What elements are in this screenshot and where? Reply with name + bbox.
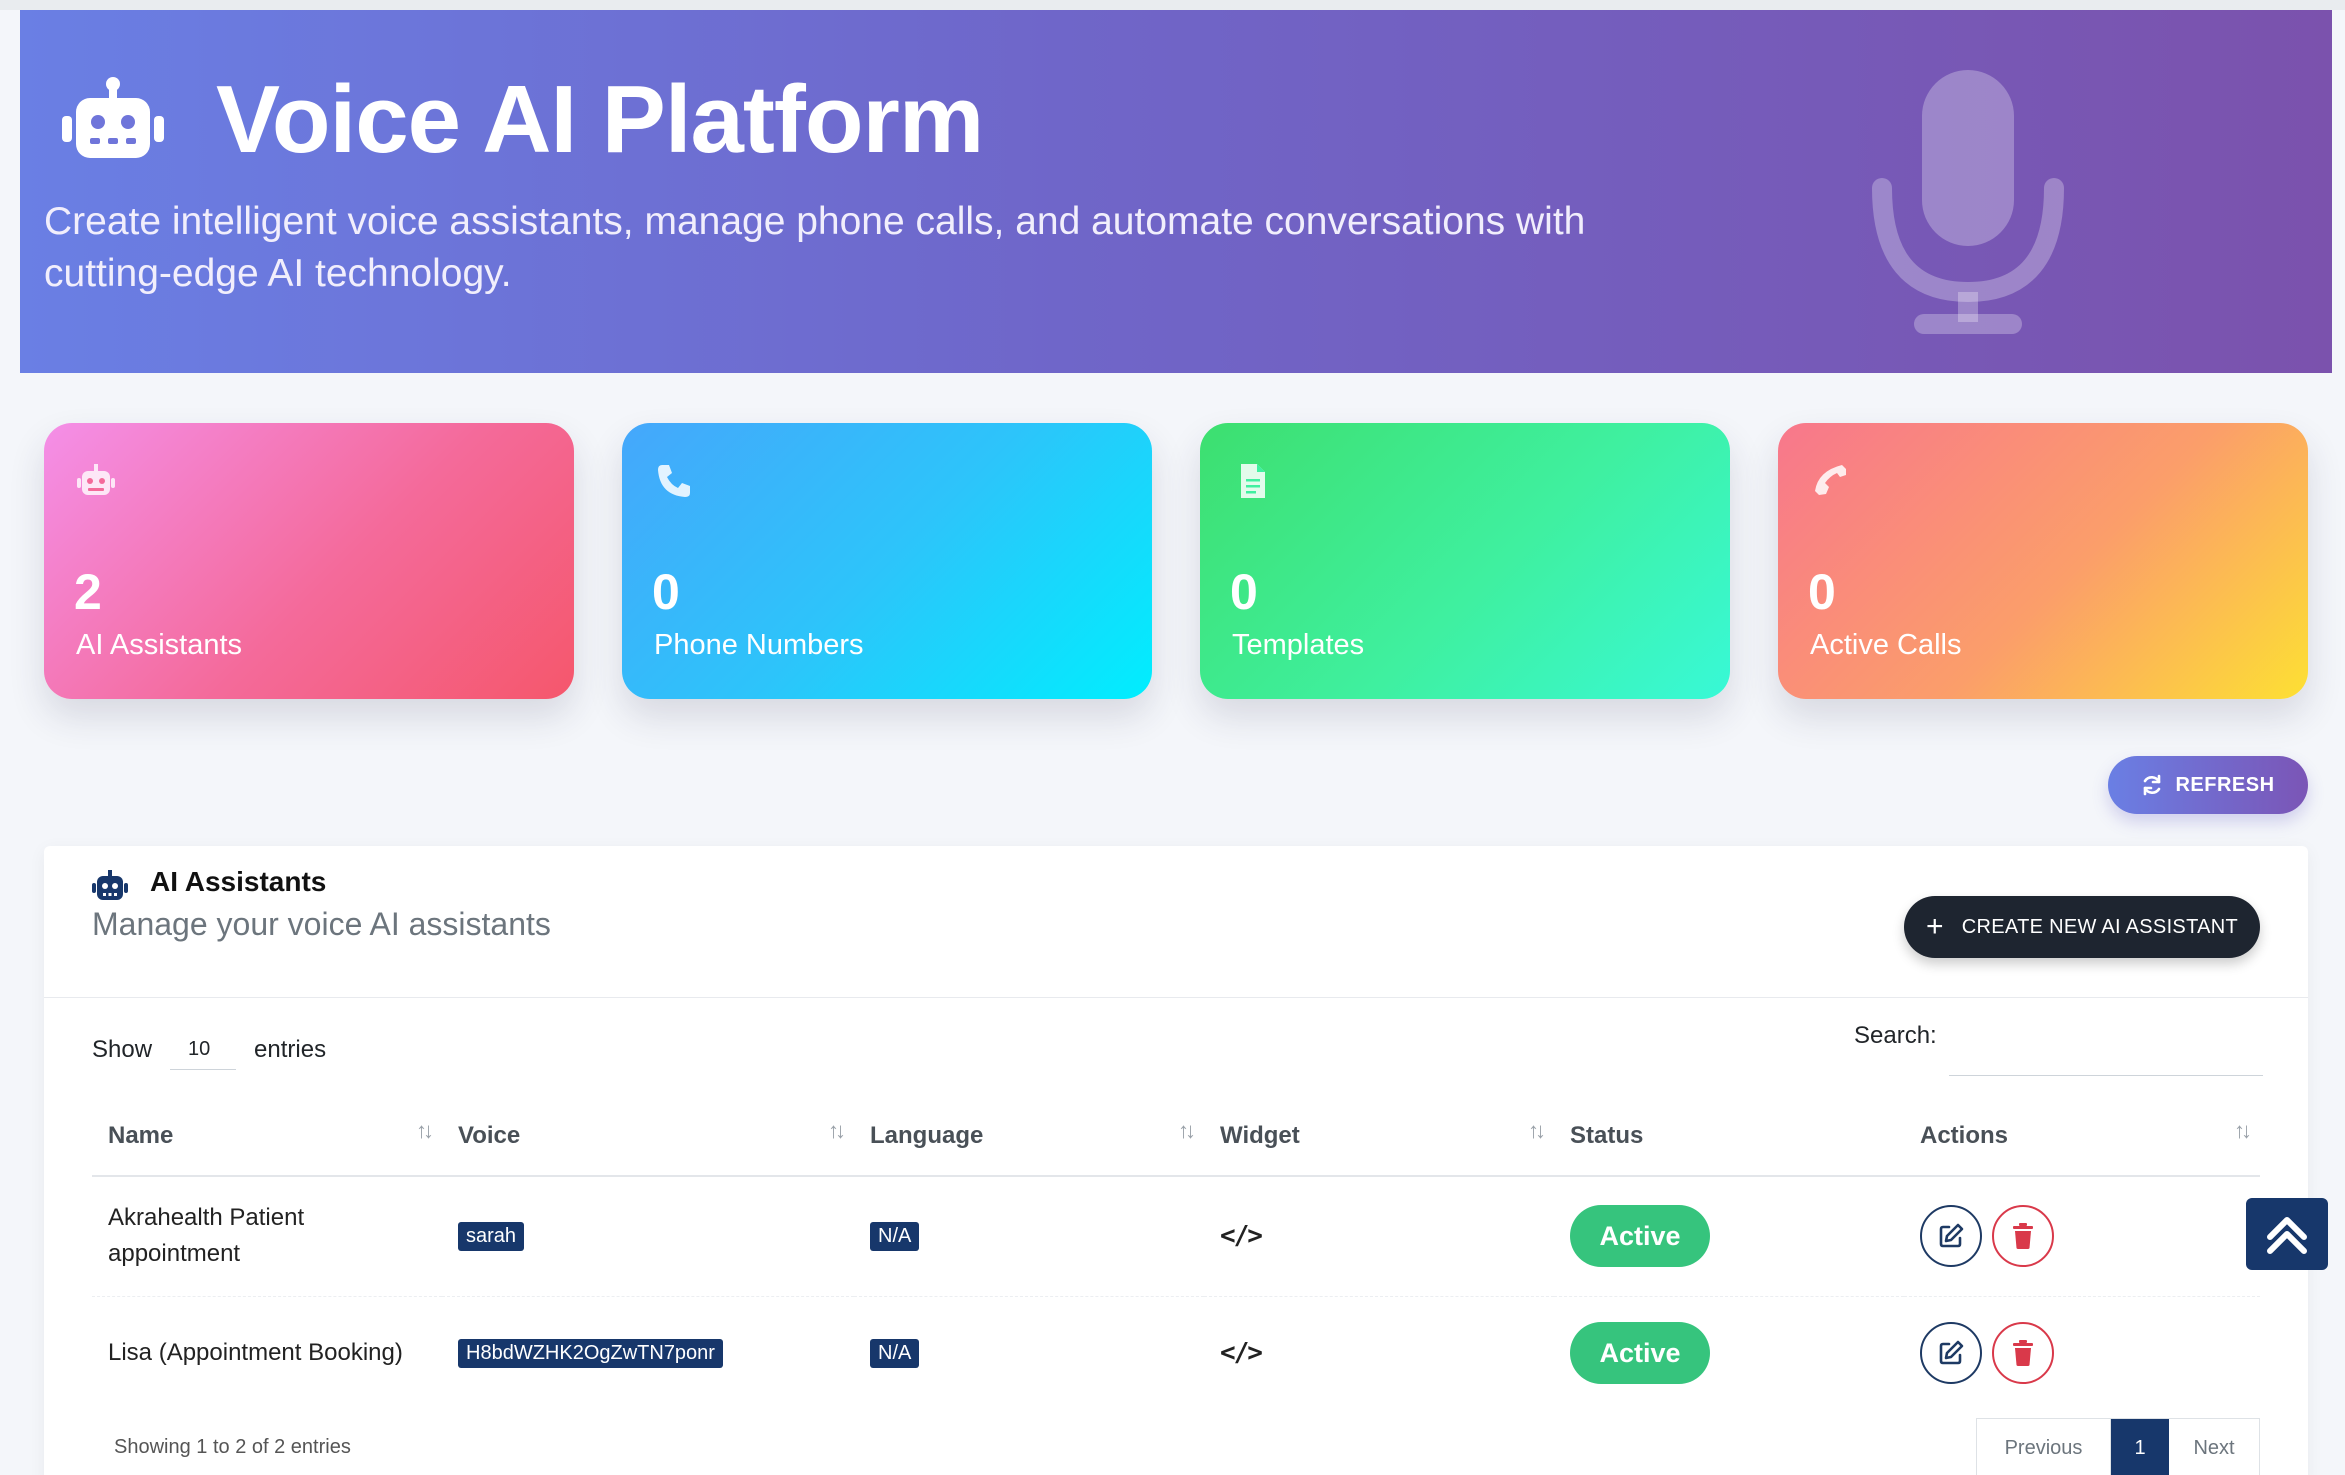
sort-icon: ↑↓ (828, 1118, 846, 1143)
code-icon[interactable]: </> (1220, 1221, 1263, 1251)
panel-subtitle: Manage your voice AI assistants (92, 906, 551, 942)
delete-button[interactable] (1992, 1322, 2054, 1385)
table-row: Akrahealth Patient appointment sarah N/A… (92, 1176, 2260, 1297)
show-label: Show (92, 1036, 153, 1063)
language-badge: N/A (870, 1222, 920, 1252)
entries-select[interactable]: 10 (170, 1030, 237, 1070)
top-strip (0, 0, 2345, 10)
table-search: Search: (1854, 1022, 2263, 1076)
delete-button[interactable] (1992, 1205, 2054, 1268)
widget-cell: </> (1204, 1176, 1554, 1297)
edit-icon (1939, 1223, 1964, 1248)
trash-icon (2013, 1223, 2033, 1250)
code-icon[interactable]: </> (1220, 1338, 1263, 1368)
table-row: Lisa (Appointment Booking) H8bdWZHK2OgZw… (92, 1296, 2260, 1410)
status-cell: Active (1554, 1176, 1904, 1297)
create-assistant-button[interactable]: + CREATE NEW AI ASSISTANT (1904, 896, 2260, 958)
page-subtitle: Create intelligent voice assistants, man… (44, 200, 1586, 295)
assistant-name: Akrahealth Patient appointment (92, 1176, 442, 1297)
column-header-language[interactable]: Language ↑↓ (854, 1096, 1204, 1177)
stat-label: AI Assistants (76, 629, 243, 661)
stat-value: 0 (1808, 564, 1836, 620)
assistant-name: Lisa (Appointment Booking) (108, 1339, 403, 1367)
stat-label: Phone Numbers (654, 629, 864, 661)
stat-value: 0 (652, 564, 680, 620)
stat-label: Templates (1232, 629, 1365, 661)
language-cell: N/A (854, 1296, 1204, 1410)
double-chevron-up-icon (2267, 1217, 2307, 1254)
stat-value: 2 (74, 564, 102, 620)
robot-icon (92, 870, 128, 900)
robot-icon (77, 464, 115, 495)
column-header-status: Status (1554, 1096, 1904, 1177)
table-header-row: Name ↑↓ Voice ↑↓ Language ↑↓ Widget ↑↓ Statu… (92, 1096, 2260, 1177)
stat-card-active-calls[interactable]: 0 Active Calls (1778, 423, 2308, 699)
status-badge: Active (1570, 1322, 1710, 1385)
entries-label: entries (254, 1036, 327, 1063)
status-cell: Active (1554, 1296, 1904, 1410)
page-title: Voice AI Platform (216, 66, 984, 173)
table-info: Showing 1 to 2 of 2 entries (114, 1436, 351, 1458)
refresh-button[interactable]: REFRESH (2108, 756, 2308, 814)
page-1-button[interactable]: 1 (2111, 1419, 2169, 1475)
stat-label: Active Calls (1810, 629, 1962, 661)
phone-call-icon (1815, 465, 1846, 495)
column-header-actions[interactable]: Actions ↑↓ (1904, 1096, 2260, 1177)
column-header-voice[interactable]: Voice ↑↓ (442, 1096, 854, 1177)
next-page-button[interactable]: Next (2169, 1419, 2259, 1475)
previous-page-button[interactable]: Previous (1977, 1419, 2111, 1475)
stat-card-assistants[interactable]: 2 AI Assistants (44, 423, 574, 699)
search-input[interactable] (1948, 1030, 2263, 1076)
sort-icon: ↑↓ (1178, 1118, 1196, 1143)
voice-badge: H8bdWZHK2OgZwTN7ponr (458, 1339, 723, 1369)
actions-cell (1904, 1176, 2260, 1297)
phone-icon (658, 465, 690, 497)
refresh-label: REFRESH (2175, 773, 2275, 796)
edit-icon (1939, 1340, 1964, 1365)
column-header-widget[interactable]: Widget ↑↓ (1204, 1096, 1554, 1177)
language-cell: N/A (854, 1176, 1204, 1297)
stat-value: 0 (1230, 564, 1258, 620)
edit-button[interactable] (1920, 1322, 1982, 1385)
stat-card-templates[interactable]: 0 Templates (1200, 423, 1730, 699)
hero-banner: Voice AI Platform Create intelligent voi… (20, 10, 2332, 373)
microphone-icon (1872, 70, 2064, 334)
panel-title: AI Assistants (150, 866, 327, 897)
column-header-name[interactable]: Name ↑↓ (92, 1096, 442, 1177)
pagination: Previous 1 Next (1976, 1418, 2260, 1475)
sort-icon: ↑↓ (2234, 1118, 2252, 1143)
assistants-table: Name ↑↓ Voice ↑↓ Language ↑↓ Widget ↑↓ Statu… (92, 1096, 2260, 1410)
sort-icon: ↑↓ (1528, 1118, 1546, 1143)
edit-button[interactable] (1920, 1205, 1982, 1268)
voice-cell: sarah (442, 1176, 854, 1297)
robot-icon (62, 77, 164, 158)
sort-icon: ↑↓ (416, 1118, 434, 1143)
widget-cell: </> (1204, 1296, 1554, 1410)
actions-cell (1904, 1296, 2260, 1410)
language-badge: N/A (870, 1339, 920, 1369)
search-label: Search: (1854, 1022, 1937, 1049)
status-badge: Active (1570, 1205, 1710, 1268)
stat-card-phone-numbers[interactable]: 0 Phone Numbers (622, 423, 1152, 699)
panel-header: AI Assistants Manage your voice AI assis… (44, 846, 2308, 998)
scroll-to-top-button[interactable] (2246, 1198, 2328, 1270)
trash-icon (2013, 1340, 2033, 1367)
refresh-icon (2144, 774, 2161, 796)
assistants-panel: AI Assistants Manage your voice AI assis… (44, 846, 2308, 1475)
create-assistant-label: CREATE NEW AI ASSISTANT (1961, 915, 2239, 938)
voice-cell: H8bdWZHK2OgZwTN7ponr (442, 1296, 854, 1410)
document-icon (1241, 464, 1265, 498)
entries-length-control: Show 10 entries (92, 1030, 326, 1070)
plus-icon: + (1925, 910, 1944, 943)
voice-badge: sarah (458, 1222, 525, 1252)
